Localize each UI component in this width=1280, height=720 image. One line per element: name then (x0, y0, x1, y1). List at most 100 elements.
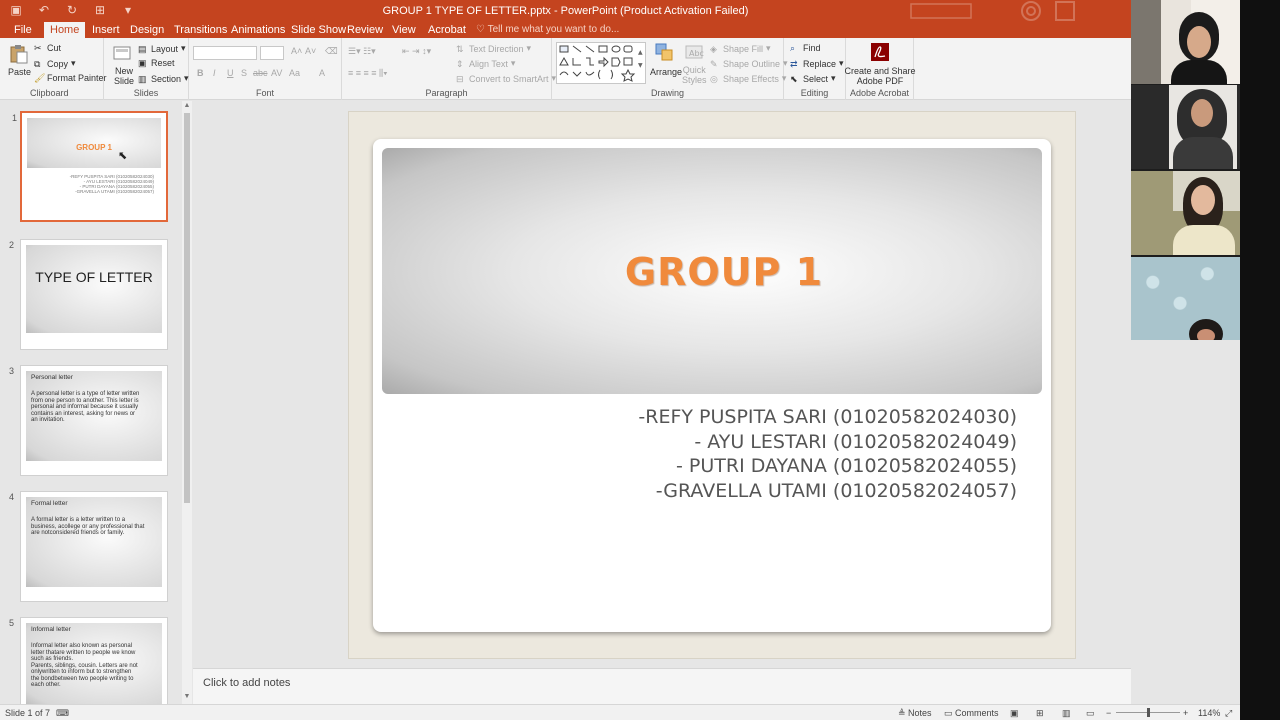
shape-outline-button[interactable]: ✎ Shape Outline ▾ (710, 58, 788, 69)
slide-thumbnail-1[interactable]: 1 GROUP 1 -REFY PUSPITA SARI (0102058202… (12, 111, 168, 222)
clear-formatting-button[interactable]: ⌫ (325, 46, 338, 57)
underline-button[interactable]: U (227, 68, 234, 78)
title-bar: ▣ ↶ ↻ ⊞ ▾ GROUP 1 TYPE OF LETTER.pptx - … (0, 0, 1131, 33)
thumb-body: A personal letter is a type of letter wr… (31, 391, 140, 423)
shape-effects-button[interactable]: ◎ Shape Effects ▾ (710, 73, 786, 84)
acrobat-group: Create and Share Adobe PDF Adobe Acrobat (844, 38, 916, 100)
slide-thumbnail-3[interactable]: 3 Personal letter A personal letter is a… (9, 365, 168, 476)
font-color-button[interactable]: A (319, 68, 325, 78)
tab-animations[interactable]: Animations (225, 22, 291, 38)
chevron-down-icon: ▾ (526, 43, 532, 53)
tab-file[interactable]: File (8, 22, 38, 38)
copy-icon: ⧉ (34, 58, 41, 69)
shadow-button[interactable]: S (241, 68, 247, 78)
char-spacing-button[interactable]: AV (271, 68, 282, 78)
zoom-in-button[interactable]: + (1183, 708, 1188, 718)
tab-transitions[interactable]: Transitions (168, 22, 233, 38)
slide-thumbnail-4[interactable]: 4 Formal letter A formal letter is a let… (9, 491, 168, 602)
chevron-down-icon: ▾ (184, 73, 189, 83)
slide-title[interactable]: GROUP 1 (382, 250, 1042, 294)
quick-styles-button[interactable]: Quick Styles (682, 65, 707, 85)
member-4: -GRAVELLA UTAMI (01020582024057) (655, 479, 1017, 502)
spellcheck-icon[interactable]: ⌨ (56, 708, 69, 719)
scrollbar-thumb[interactable] (184, 113, 190, 503)
grow-font-button[interactable]: A˄ (291, 46, 302, 56)
reset-button[interactable]: ▣ Reset (138, 58, 175, 68)
section-button[interactable]: ▥ Section ▾ (138, 73, 189, 84)
slideshow-view-icon[interactable]: ▭ (1086, 708, 1095, 719)
participant-video-3 (1131, 171, 1240, 255)
shrink-font-button[interactable]: A˅ (305, 46, 316, 56)
cut-button[interactable]: ✂ Cut (34, 43, 61, 53)
text-direction-button[interactable]: ⇅ Text Direction ▾ (456, 43, 531, 54)
paragraph-label: Paragraph (425, 88, 468, 98)
tab-design[interactable]: Design (124, 22, 170, 38)
select-button[interactable]: ⬉ Select ▾ (790, 73, 836, 84)
alignment-buttons[interactable]: ≡ ≡ ≡ ≡ ⫼▾ (348, 68, 388, 79)
paste-button[interactable]: Paste (8, 67, 31, 77)
copy-button[interactable]: ⧉ Copy ▾ (34, 58, 76, 69)
fit-slide-icon[interactable]: ⤢ (1225, 708, 1232, 719)
notes-placeholder[interactable]: Click to add notes (203, 677, 290, 689)
new-slide-icon[interactable] (112, 44, 132, 64)
bold-button[interactable]: B (197, 68, 204, 78)
tell-me-search[interactable]: ♡ Tell me what you want to do... (476, 22, 619, 38)
shapes-gallery[interactable]: ▲ ▼ (556, 42, 646, 84)
shape-fill-button[interactable]: ◈ Shape Fill ▾ (710, 43, 771, 54)
arrange-button[interactable]: Arrange (650, 67, 682, 77)
font-size-input[interactable] (260, 46, 284, 60)
tab-review[interactable]: Review (341, 22, 389, 38)
convert-smartart-button[interactable]: ⊟ Convert to SmartArt ▾ (456, 73, 556, 84)
thumb-title: Formal letter (31, 500, 68, 507)
wall-bg (1131, 0, 1161, 84)
slide-thumbnail-5[interactable]: 5 Informal letter Informal letter also k… (9, 617, 168, 705)
chevron-down-icon: ▾ (71, 58, 76, 68)
italic-button[interactable]: I (213, 68, 216, 78)
zoom-level[interactable]: 114% (1198, 708, 1220, 718)
adobe-pdf-icon[interactable] (870, 42, 890, 62)
member-list[interactable]: -REFY PUSPITA SARI (01020582024030) - AY… (638, 405, 1017, 503)
smartart-icon: ⊟ (456, 73, 464, 84)
find-button[interactable]: ⌕ Find (790, 43, 821, 53)
slide-thumbnail-2[interactable]: 2 TYPE OF LETTER (9, 239, 168, 350)
normal-view-icon[interactable]: ▣ (1010, 708, 1019, 719)
slides-group: New Slide ▤ Layout ▾ ▣ Reset ▥ Section ▾ Slide… (104, 38, 189, 100)
zoom-slider-knob[interactable] (1147, 708, 1150, 717)
strikethrough-button[interactable]: abc (253, 68, 268, 78)
thumb-header (26, 245, 162, 333)
bullets-button[interactable]: ☰▾ ☷▾ (348, 46, 376, 57)
new-slide-button[interactable]: New Slide (114, 66, 134, 86)
title-decoration (910, 1, 1075, 21)
scroll-up-arrow[interactable]: ▲ (182, 102, 192, 112)
quick-styles-icon[interactable]: Abc (684, 42, 704, 62)
slide-sorter-icon[interactable]: ⊞ (1036, 708, 1044, 719)
title-placeholder[interactable]: GROUP 1 (382, 148, 1042, 394)
align-text-button[interactable]: ⇕ Align Text ▾ (456, 58, 515, 69)
zoom-out-button[interactable]: − (1106, 708, 1111, 718)
tab-acrobat[interactable]: Acrobat (422, 22, 472, 38)
format-painter-button[interactable]: 🖌 Format Painter (34, 73, 107, 83)
paste-icon[interactable] (8, 44, 28, 64)
participant-body (1173, 137, 1233, 169)
notes-button[interactable]: ≜ Notes (898, 708, 932, 719)
indent-buttons[interactable]: ⇤ ⇥ ↕▾ (402, 46, 431, 57)
font-name-input[interactable] (193, 46, 257, 60)
ribbon-tabs: File Home Insert Design Transitions Anim… (0, 22, 1131, 38)
participant-video-1 (1131, 0, 1240, 84)
comments-button[interactable]: ▭ Comments (944, 708, 999, 719)
tab-home[interactable]: Home (44, 22, 86, 38)
slide-canvas[interactable]: GROUP 1 -REFY PUSPITA SARI (010205820240… (348, 111, 1076, 659)
layout-button[interactable]: ▤ Layout ▾ (138, 43, 186, 54)
slide-number: 4 (9, 492, 15, 502)
change-case-button[interactable]: Aa (289, 68, 300, 78)
create-share-pdf-button[interactable]: Create and Share Adobe PDF (844, 66, 915, 86)
arrange-icon[interactable] (654, 42, 674, 62)
replace-button[interactable]: ⇄ Replace ▾ (790, 58, 844, 69)
text-direction-icon: ⇅ (456, 43, 464, 54)
thumbnails-scrollbar[interactable]: ▲ ▼ (182, 101, 192, 704)
tab-view[interactable]: View (386, 22, 422, 38)
notes-pane[interactable]: Click to add notes (193, 668, 1131, 704)
scroll-down-arrow[interactable]: ▼ (182, 693, 192, 703)
tab-insert[interactable]: Insert (86, 22, 126, 38)
reading-view-icon[interactable]: ▥ (1062, 708, 1071, 719)
